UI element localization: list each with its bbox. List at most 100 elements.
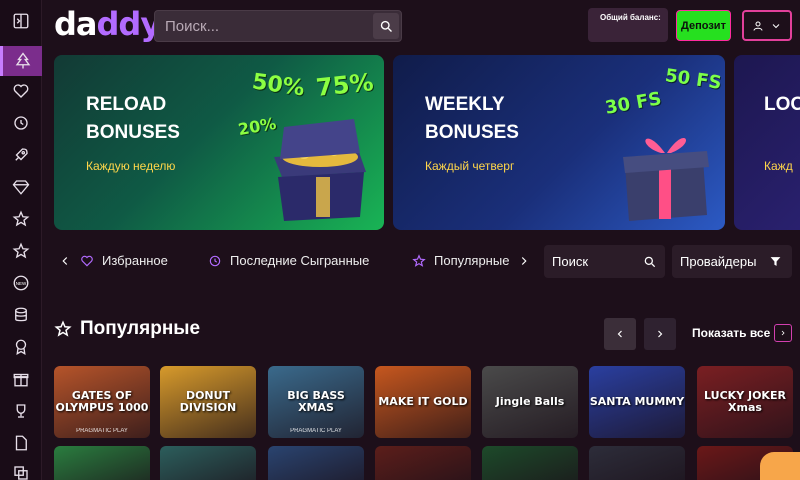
chevron-right-icon bbox=[522, 256, 528, 265]
banner-subtitle: Кажд bbox=[764, 159, 793, 173]
section-title: Популярные bbox=[80, 318, 201, 339]
game-title: GATES OF OLYMPUS 1000 bbox=[55, 389, 149, 414]
logo-part-1: da bbox=[54, 5, 97, 43]
user-menu-button[interactable] bbox=[742, 10, 792, 41]
treasure-chest-image bbox=[274, 119, 366, 221]
filter-favorites-label: Избранное bbox=[102, 253, 168, 268]
sidebar-item-crash[interactable] bbox=[0, 140, 42, 170]
show-all-link[interactable]: Показать все bbox=[692, 326, 770, 340]
sidebar-item-achievements[interactable] bbox=[0, 332, 42, 362]
game-tile[interactable]: LUCKY JOKER Xmas bbox=[697, 366, 793, 438]
svg-text:NEW: NEW bbox=[16, 281, 27, 286]
providers-dropdown[interactable]: Провайдеры bbox=[672, 245, 792, 278]
banner-subtitle: Каждую неделю bbox=[86, 159, 176, 173]
carousel-next-button[interactable] bbox=[644, 318, 676, 350]
banner-reload-bonuses[interactable]: RELOAD BONUSES Каждую неделю 20% 50% 75% bbox=[54, 55, 384, 230]
game-search-label: Поиск bbox=[552, 254, 589, 269]
search-button[interactable] bbox=[373, 13, 399, 39]
user-icon bbox=[753, 21, 763, 31]
game-tile[interactable]: DONUT DIVISION bbox=[160, 366, 256, 438]
game-filter-bar: Избранное Последние Сыгранные Популярные… bbox=[42, 245, 800, 279]
game-title: DONUT DIVISION bbox=[179, 389, 237, 414]
top-header: daddy Общий баланс: Депозит bbox=[42, 0, 800, 50]
copy-icon bbox=[14, 466, 28, 480]
left-sidebar: NEW bbox=[0, 0, 42, 480]
sidebar-item-jackpots[interactable] bbox=[0, 300, 42, 330]
search-input[interactable] bbox=[155, 17, 365, 35]
game-tile[interactable] bbox=[375, 446, 471, 480]
database-icon bbox=[15, 307, 27, 322]
game-title: MAKE IT GOLD bbox=[378, 395, 468, 408]
sidebar-item-history[interactable] bbox=[0, 108, 42, 138]
game-title: Jingle Balls bbox=[495, 395, 565, 408]
tree-icon bbox=[15, 52, 30, 69]
trophy-icon bbox=[16, 404, 26, 418]
chevron-left-icon bbox=[617, 330, 622, 338]
game-tile[interactable] bbox=[589, 446, 685, 480]
game-tile[interactable] bbox=[54, 446, 150, 480]
sidebar-item-popular[interactable] bbox=[0, 204, 42, 234]
free-spins-tag: 50 FS bbox=[663, 65, 723, 94]
banner-loot[interactable]: LOO Кажд bbox=[734, 55, 800, 230]
balance-widget[interactable]: Общий баланс: bbox=[588, 8, 668, 42]
heart-icon bbox=[13, 84, 29, 98]
banner-title: WEEKLY BONUSES bbox=[425, 94, 519, 143]
banner-title: LOO bbox=[764, 94, 800, 115]
sidebar-item-favorites[interactable] bbox=[0, 76, 42, 106]
new-badge-icon: NEW bbox=[13, 275, 29, 291]
game-tile[interactable]: GATES OF OLYMPUS 1000 PRAGMATIC PLAY bbox=[54, 366, 150, 438]
show-all-button[interactable] bbox=[774, 324, 792, 342]
filter-popular-label: Популярные bbox=[434, 253, 510, 268]
game-title: SANTA MUMMY bbox=[589, 395, 685, 408]
filter-recent[interactable]: Последние Сыгранные bbox=[208, 253, 369, 268]
sidebar-item-vip[interactable] bbox=[0, 172, 42, 202]
collapse-icon bbox=[13, 13, 29, 29]
heart-icon bbox=[81, 255, 93, 266]
sidebar-collapse-button[interactable] bbox=[0, 6, 42, 36]
game-search-input[interactable]: Поиск bbox=[544, 245, 665, 278]
game-provider: PRAGMATIC PLAY bbox=[290, 428, 342, 434]
filter-popular[interactable]: Популярные bbox=[412, 253, 531, 268]
banner-subtitle: Каждый четверг bbox=[425, 159, 515, 173]
sidebar-item-tournaments[interactable] bbox=[0, 396, 42, 426]
game-tile[interactable]: MAKE IT GOLD bbox=[375, 366, 471, 438]
chevron-right-icon bbox=[781, 330, 785, 336]
banner-title: RELOAD BONUSES bbox=[86, 94, 180, 143]
gift-box-image bbox=[623, 138, 709, 221]
history-icon bbox=[209, 255, 221, 266]
game-tile[interactable]: SANTA MUMMY bbox=[589, 366, 685, 438]
rocket-icon bbox=[15, 148, 28, 161]
deposit-button[interactable]: Депозит bbox=[676, 10, 731, 41]
sidebar-item-new[interactable] bbox=[0, 236, 42, 266]
game-tile[interactable]: Jingle Balls bbox=[482, 366, 578, 438]
sidebar-item-rules[interactable] bbox=[0, 428, 42, 458]
game-tile[interactable] bbox=[160, 446, 256, 480]
game-provider: PRAGMATIC PLAY bbox=[76, 428, 128, 434]
banner-weekly-bonuses[interactable]: WEEKLY BONUSES Каждый четверг 30 FS 50 F… bbox=[393, 55, 725, 230]
bonus-tag: 75% bbox=[314, 68, 375, 102]
diamond-icon bbox=[12, 180, 30, 195]
providers-label: Провайдеры bbox=[680, 254, 757, 269]
game-tile[interactable] bbox=[268, 446, 364, 480]
support-chat-button[interactable] bbox=[760, 452, 800, 480]
deposit-label: Депозит bbox=[681, 19, 726, 32]
sidebar-item-new-games[interactable]: NEW bbox=[0, 268, 42, 298]
chevron-right-icon bbox=[658, 330, 663, 338]
popular-section-header: Популярные bbox=[54, 318, 200, 340]
document-icon bbox=[15, 435, 27, 451]
search-icon bbox=[380, 20, 392, 32]
logo[interactable]: daddy bbox=[54, 5, 161, 43]
sidebar-item-more[interactable] bbox=[0, 458, 42, 480]
filter-favorites[interactable]: Избранное bbox=[58, 253, 168, 268]
star-icon bbox=[54, 320, 72, 337]
sidebar-item-bonuses[interactable] bbox=[0, 364, 42, 394]
sidebar-item-christmas[interactable] bbox=[0, 46, 42, 76]
star-icon bbox=[412, 253, 426, 267]
carousel-prev-button[interactable] bbox=[604, 318, 636, 350]
free-spins-tag: 30 FS bbox=[603, 88, 663, 119]
game-tile[interactable] bbox=[482, 446, 578, 480]
game-title: BIG BASS XMAS bbox=[287, 389, 345, 414]
game-tile[interactable]: BIG BASS XMAS PRAGMATIC PLAY bbox=[268, 366, 364, 438]
balance-label: Общий баланс: bbox=[600, 13, 661, 22]
search-icon bbox=[644, 256, 656, 267]
